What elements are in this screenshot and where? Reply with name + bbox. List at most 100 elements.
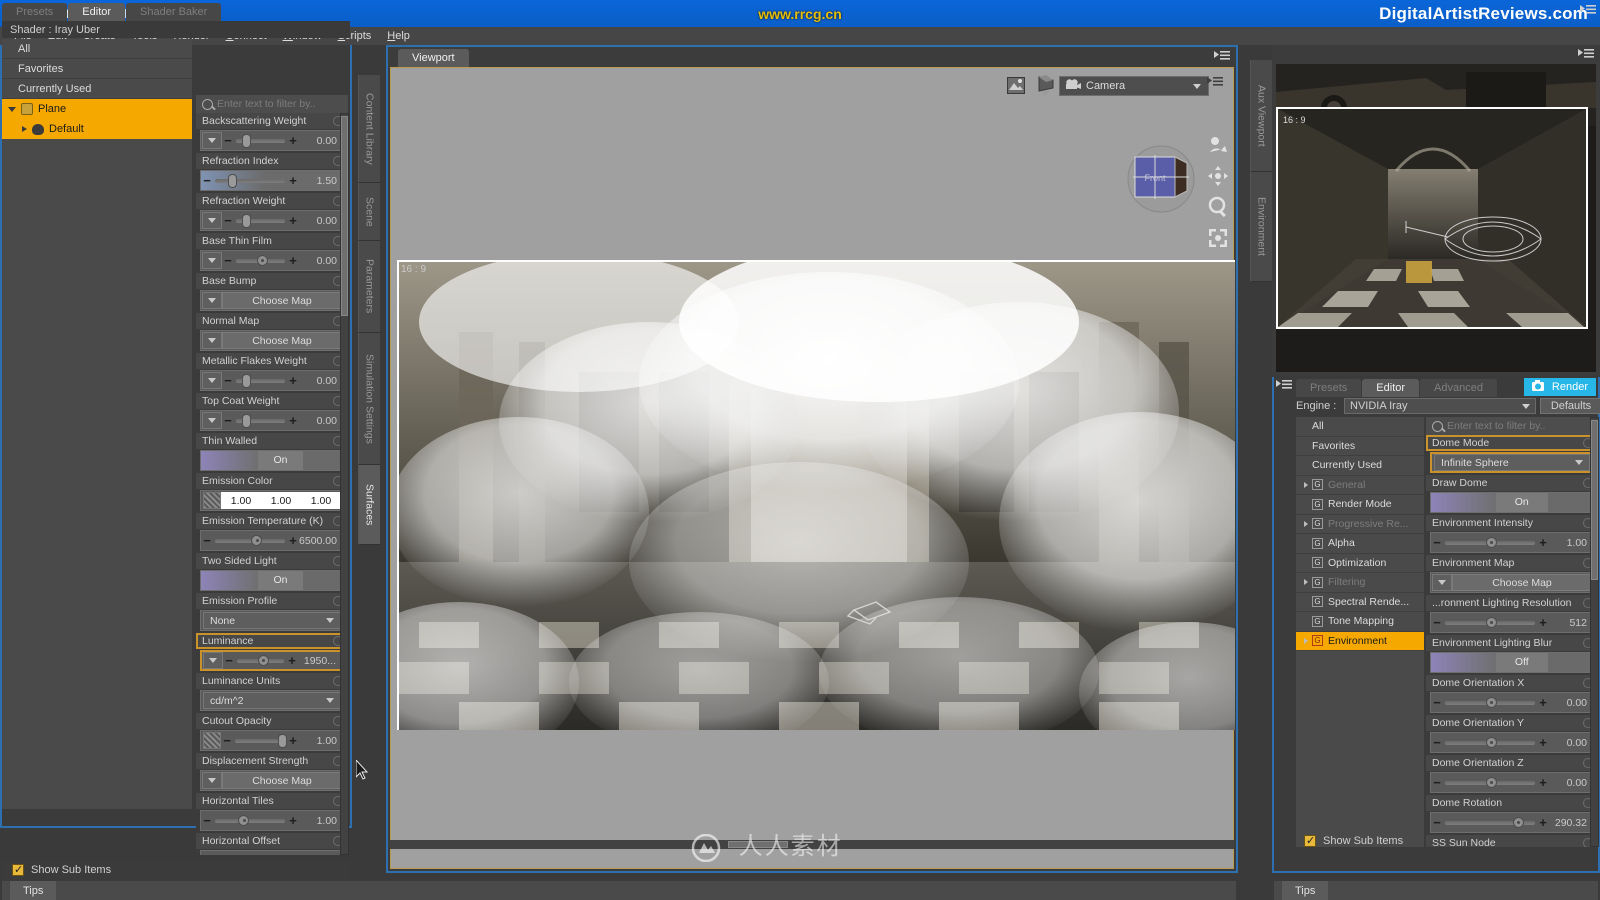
render-category-progressive-re[interactable]: G Progressive Re... — [1296, 515, 1424, 534]
property-value[interactable]: 1.50 — [299, 175, 343, 187]
slider-knob[interactable] — [278, 733, 287, 748]
surface-list-scrollbar[interactable] — [340, 113, 349, 855]
increment-button[interactable]: + — [1537, 775, 1549, 790]
property-value[interactable]: 1.00 — [1549, 537, 1593, 549]
tips-tab-right[interactable]: Tips — [1282, 881, 1329, 900]
toggle-left[interactable] — [201, 571, 258, 590]
property-control[interactable]: − +1.50 — [200, 170, 344, 191]
increment-button[interactable]: + — [1537, 695, 1549, 710]
slider-knob[interactable] — [257, 654, 269, 666]
property-emission-color[interactable]: Emission Color 1.00 1.00 1.00 — [196, 473, 348, 511]
slider-knob[interactable] — [1485, 736, 1497, 748]
toggle-right[interactable] — [1547, 493, 1593, 512]
increment-button[interactable]: + — [287, 213, 299, 228]
property-value[interactable]: 0.00 — [299, 375, 343, 387]
vtab-scene[interactable]: Scene — [358, 183, 380, 241]
property-control[interactable]: Off — [1430, 652, 1594, 673]
combo-select[interactable]: cd/m^2 — [203, 692, 341, 709]
increment-button[interactable]: + — [287, 373, 299, 388]
decrement-button[interactable]: − — [221, 733, 233, 748]
decrement-button[interactable]: − — [222, 213, 234, 228]
tree-item-currently-used[interactable]: Currently Used — [2, 79, 192, 99]
property-value[interactable]: 1950... — [298, 655, 342, 667]
slider-track[interactable] — [215, 534, 285, 546]
property-control[interactable]: − +512 — [1430, 612, 1594, 633]
rgb-value-box[interactable]: 1.00 1.00 1.00 — [221, 492, 341, 509]
choose-map-button[interactable]: Choose Map — [222, 292, 342, 309]
decrement-button[interactable]: − — [201, 533, 213, 548]
map-dropdown-button[interactable] — [202, 412, 222, 429]
render-category-currently-used[interactable]: Currently Used — [1296, 456, 1424, 476]
slider-track[interactable] — [236, 373, 285, 388]
property-control[interactable]: − +0.00 — [200, 250, 344, 271]
surfaces-tab-row[interactable]: Presets Editor Shader Baker — [2, 2, 222, 21]
property-value[interactable]: 0.00 — [299, 855, 343, 856]
choose-map-button[interactable]: Choose Map — [1452, 574, 1592, 591]
orbit-icon[interactable] — [1207, 134, 1229, 159]
chevron-right-icon[interactable] — [1304, 579, 1308, 586]
decrement-button[interactable]: − — [1431, 535, 1443, 550]
surfaces-tree[interactable]: All Favorites Currently Used Plane Default — [2, 39, 192, 809]
property-control[interactable]: On — [200, 570, 344, 591]
chevron-down-icon[interactable] — [1193, 83, 1201, 89]
render-category-environment[interactable]: G Environment — [1296, 631, 1424, 651]
surfaces-tab-editor[interactable]: Editor — [68, 3, 126, 21]
tree-item-plane[interactable]: Plane — [2, 99, 192, 119]
decrement-button[interactable]: − — [1431, 695, 1443, 710]
chevron-down-icon[interactable] — [1522, 403, 1530, 409]
render-tab-presets[interactable]: Presets — [1296, 379, 1362, 397]
property-emission-profile[interactable]: Emission Profile None — [196, 593, 348, 631]
property-control[interactable]: On — [1430, 492, 1594, 513]
property-control[interactable]: Choose Map — [200, 330, 344, 351]
decrement-button[interactable]: − — [201, 853, 213, 855]
chevron-right-icon[interactable] — [1304, 520, 1308, 527]
slider-knob[interactable] — [1485, 536, 1497, 548]
rgb-channel-0[interactable]: 1.00 — [231, 495, 251, 507]
property-value[interactable]: 1.00 — [299, 815, 343, 827]
panel-menu-icon[interactable] — [1580, 4, 1596, 21]
toggle-left[interactable] — [1431, 493, 1496, 512]
property-control[interactable]: − +0.00 — [1430, 772, 1594, 793]
slider-track[interactable] — [236, 413, 285, 428]
property-refraction-index[interactable]: Refraction Index − +1.50 — [196, 153, 348, 191]
toggle-state[interactable]: On — [1495, 493, 1548, 512]
render-category-optimization[interactable]: G Optimization — [1296, 554, 1424, 573]
slider-track[interactable] — [1445, 616, 1535, 628]
engine-row[interactable]: Engine : NVIDIA Iray Defaults — [1296, 397, 1600, 415]
vtab-environment[interactable]: Environment — [1250, 172, 1272, 282]
slider-knob[interactable] — [241, 133, 251, 148]
slider-track[interactable] — [1445, 696, 1535, 708]
property-refraction-weight[interactable]: Refraction Weight − +0.00 — [196, 193, 348, 231]
increment-button[interactable]: + — [287, 533, 299, 548]
render-props-scrollbar[interactable] — [1590, 417, 1599, 847]
decrement-button[interactable]: − — [222, 413, 234, 428]
property-ronment-lighting-resolution[interactable]: ...ronment Lighting Resolution − +512 — [1426, 595, 1598, 633]
toggle-state[interactable]: On — [257, 571, 304, 590]
rgb-channel-1[interactable]: 1.00 — [271, 495, 291, 507]
property-value[interactable]: 6500.00 — [299, 535, 343, 547]
render-settings-property-list[interactable]: Enter text to filter by.. Dome Mode Infin… — [1426, 417, 1598, 847]
slider-knob[interactable] — [1512, 816, 1524, 828]
aux-panel-menu-icon[interactable] — [1578, 48, 1594, 65]
property-value[interactable]: 0.00 — [1549, 697, 1593, 709]
show-sub-items-checkbox[interactable] — [12, 863, 24, 876]
render-category-favorites[interactable]: Favorites — [1296, 437, 1424, 456]
texture-swatch[interactable] — [203, 492, 221, 509]
render-category-render-mode[interactable]: G Render Mode — [1296, 495, 1424, 515]
chevron-right-icon[interactable] — [1304, 481, 1308, 488]
property-emission-temperature-k[interactable]: Emission Temperature (K) − +6500.00 — [196, 513, 348, 551]
chevron-down-icon[interactable] — [1575, 460, 1583, 465]
property-control[interactable]: − +1.00 — [200, 810, 344, 831]
render-settings-category-list[interactable]: All Favorites Currently Used G General G Rende… — [1296, 417, 1424, 847]
right-vertical-tabs[interactable]: Aux Viewport Environment — [1250, 60, 1272, 370]
slider-track[interactable] — [1445, 736, 1535, 748]
property-control[interactable]: − +0.00 — [200, 410, 344, 431]
increment-button[interactable]: + — [287, 853, 299, 855]
property-base-thin-film[interactable]: Base Thin Film − +0.00 — [196, 233, 348, 271]
property-ss-sun-node[interactable]: SS Sun Node — [1426, 835, 1598, 847]
property-top-coat-weight[interactable]: Top Coat Weight − +0.00 — [196, 393, 348, 431]
property-base-bump[interactable]: Base Bump Choose Map — [196, 273, 348, 311]
slider-track[interactable] — [1445, 536, 1535, 548]
slider-knob[interactable] — [1485, 616, 1497, 628]
property-control[interactable]: − +1.00 — [200, 730, 344, 751]
